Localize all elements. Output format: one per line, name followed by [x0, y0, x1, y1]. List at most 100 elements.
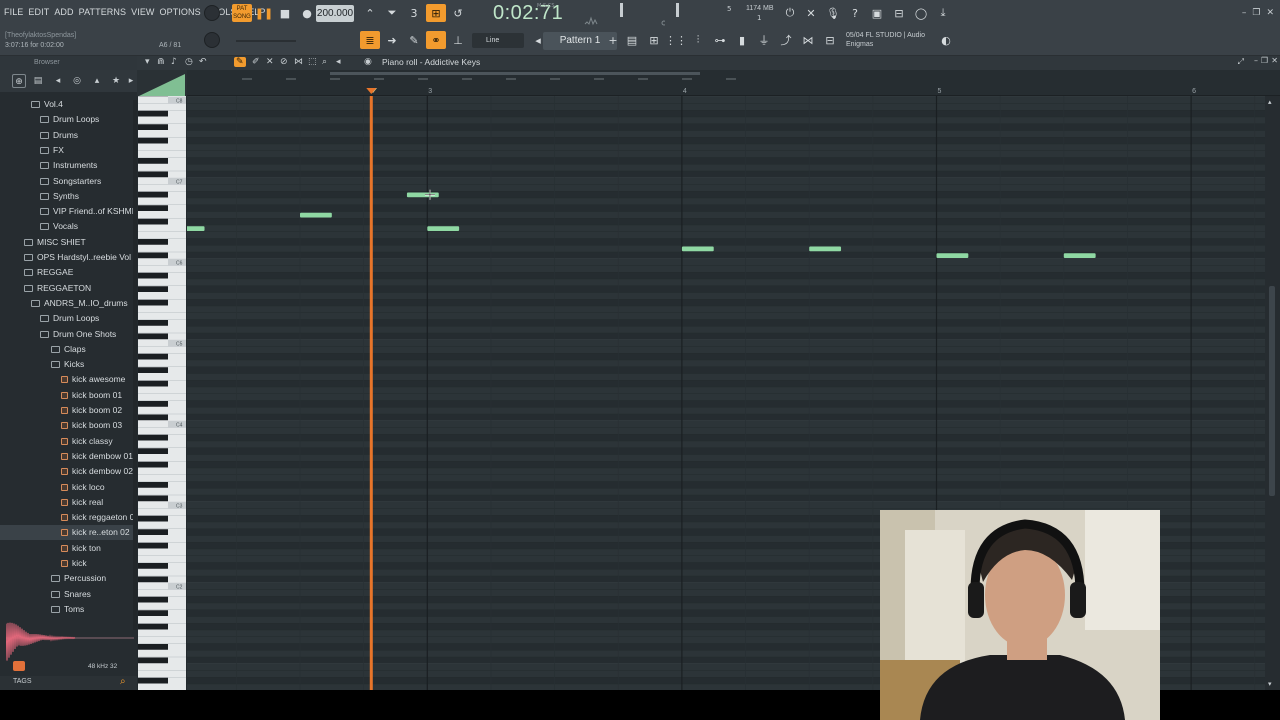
black-key[interactable]: [138, 205, 168, 211]
pause-icon[interactable]: ❚❚: [254, 4, 274, 22]
black-key[interactable]: [138, 529, 168, 535]
black-key[interactable]: [138, 239, 168, 245]
black-key[interactable]: [138, 252, 168, 259]
pr-minimize-icon[interactable]: –: [1254, 56, 1258, 65]
black-key[interactable]: [138, 218, 168, 225]
browser-back-icon[interactable]: ◂: [51, 74, 65, 88]
tags-label[interactable]: TAGS: [13, 678, 32, 685]
menu-options[interactable]: OPTIONS: [160, 7, 201, 17]
render-icon[interactable]: ⊟: [889, 4, 909, 22]
black-key[interactable]: [138, 333, 168, 340]
black-key[interactable]: [138, 563, 168, 569]
browser-folder-item[interactable]: OPS Hardstyl..reebie Vol 1: [0, 250, 138, 265]
pr-fullscreen-icon[interactable]: ⤢: [1238, 57, 1244, 67]
midi-note[interactable]: [936, 253, 969, 258]
black-key[interactable]: [138, 434, 168, 441]
menu-patterns[interactable]: PATTERNS: [79, 7, 126, 17]
black-key[interactable]: [138, 286, 168, 292]
browser-folder-item[interactable]: Synths: [0, 189, 133, 204]
master-pitch-knob[interactable]: [204, 32, 220, 48]
draw-tool-icon[interactable]: ✎: [234, 57, 246, 67]
black-key[interactable]: [138, 320, 168, 326]
black-key[interactable]: [138, 495, 168, 502]
browser-file-item[interactable]: kick boom 03: [0, 418, 133, 433]
browser-toggle-icon[interactable]: ⊟: [820, 31, 840, 49]
black-key[interactable]: [138, 596, 168, 603]
browser-folder-item[interactable]: Percussion: [0, 571, 133, 586]
snap-magnet-icon[interactable]: ⋒: [157, 57, 165, 67]
close-icon[interactable]: ✕: [1266, 8, 1274, 18]
browser-folder-item[interactable]: Drum One Shots: [0, 327, 133, 342]
browser-file-item[interactable]: kick dembow 02: [0, 464, 133, 479]
time-ruler[interactable]: 3 4 5 6: [187, 70, 1280, 96]
browser-folder-item[interactable]: REGGAETON: [0, 281, 133, 296]
tempo-tapper-icon[interactable]: ⋈: [798, 31, 818, 49]
menu-file[interactable]: FILE: [4, 7, 23, 17]
midi-icon[interactable]: ✕: [801, 4, 821, 22]
metronome-icon[interactable]: ⌃: [360, 4, 380, 22]
link-icon[interactable]: ⚭: [426, 31, 446, 49]
black-key[interactable]: [138, 677, 168, 684]
chat-icon[interactable]: ◯: [911, 4, 931, 22]
midi-note[interactable]: [809, 246, 842, 252]
preview-play-icon[interactable]: [13, 661, 25, 671]
browser-refresh-icon[interactable]: ◎: [70, 74, 84, 88]
browser-folder-item[interactable]: VIP Friend..of KSHMR: [0, 204, 138, 219]
paint-tool-icon[interactable]: ✐: [252, 57, 260, 67]
countdown-icon[interactable]: 3: [404, 4, 424, 22]
news-panel[interactable]: 05/04 FL STUDIO | Audio Enigmas: [846, 31, 925, 49]
black-key[interactable]: [138, 380, 168, 387]
browser-folder-item[interactable]: FX: [0, 143, 133, 158]
midi-note[interactable]: [427, 226, 460, 231]
browser-file-item[interactable]: kick real: [0, 495, 133, 510]
black-key[interactable]: [138, 272, 168, 279]
browser-folder-item[interactable]: Snares: [0, 587, 133, 602]
loop-record-icon[interactable]: ↺: [448, 4, 468, 22]
stop-icon[interactable]: ■: [275, 4, 295, 22]
menu-add[interactable]: ADD: [54, 7, 73, 17]
pr-restore-icon[interactable]: ❐: [1261, 56, 1268, 65]
download-icon[interactable]: ⤓: [933, 4, 953, 22]
browser-next-icon[interactable]: ▸: [124, 74, 138, 88]
slice-tool-icon[interactable]: ⋈: [294, 57, 303, 67]
piano-roll-icon[interactable]: ⊞: [644, 31, 664, 49]
add-pattern-icon[interactable]: +: [603, 31, 623, 49]
undo-icon[interactable]: ↶: [199, 57, 207, 67]
menu-view[interactable]: VIEW: [131, 7, 154, 17]
wait-for-input-icon[interactable]: ⏷: [382, 4, 402, 22]
mute-tool-icon[interactable]: ⊘: [280, 57, 288, 67]
black-key[interactable]: [138, 158, 168, 164]
zoom-tool-icon[interactable]: ⌕: [322, 57, 327, 67]
black-key[interactable]: [138, 657, 168, 664]
browser-file-item[interactable]: kick loco: [0, 480, 133, 495]
microphone-icon[interactable]: 🎙: [823, 4, 843, 22]
menu-edit[interactable]: EDIT: [28, 7, 49, 17]
note-icon[interactable]: ♪: [171, 57, 177, 67]
black-key[interactable]: [138, 137, 168, 144]
browser-folder-item[interactable]: Instruments: [0, 158, 133, 173]
black-key[interactable]: [138, 461, 168, 468]
black-key[interactable]: [138, 367, 168, 373]
pencil-icon[interactable]: ✎: [404, 31, 424, 49]
playlist-icon[interactable]: ▤: [622, 31, 642, 49]
browser-folder-item[interactable]: ANDRS_M..IO_drums: [0, 296, 133, 311]
black-key[interactable]: [138, 482, 168, 488]
scroll-thumb[interactable]: [1269, 286, 1275, 496]
snap-select[interactable]: Line: [472, 33, 524, 48]
midi-note[interactable]: [187, 226, 205, 231]
menu-arrow-icon[interactable]: ▾: [145, 57, 150, 67]
arrow-right-icon[interactable]: ➜: [382, 31, 402, 49]
plugin-picker-icon[interactable]: ▮: [732, 31, 752, 49]
browser-file-item[interactable]: kick awesome: [0, 372, 133, 387]
step-edit-icon[interactable]: ⊞: [426, 4, 446, 22]
help-icon[interactable]: ?: [845, 4, 865, 22]
browser-folder-item[interactable]: Vocals: [0, 219, 133, 234]
black-key[interactable]: [138, 353, 168, 360]
search-icon[interactable]: ⌕: [120, 676, 126, 687]
globe-icon[interactable]: ◐: [936, 31, 956, 49]
playlist-snap-icon[interactable]: ≣: [360, 31, 380, 49]
playhead[interactable]: [369, 96, 373, 690]
minimize-icon[interactable]: –: [1242, 8, 1247, 18]
instrument-icon[interactable]: ◉: [364, 57, 372, 67]
black-key[interactable]: [138, 623, 168, 630]
